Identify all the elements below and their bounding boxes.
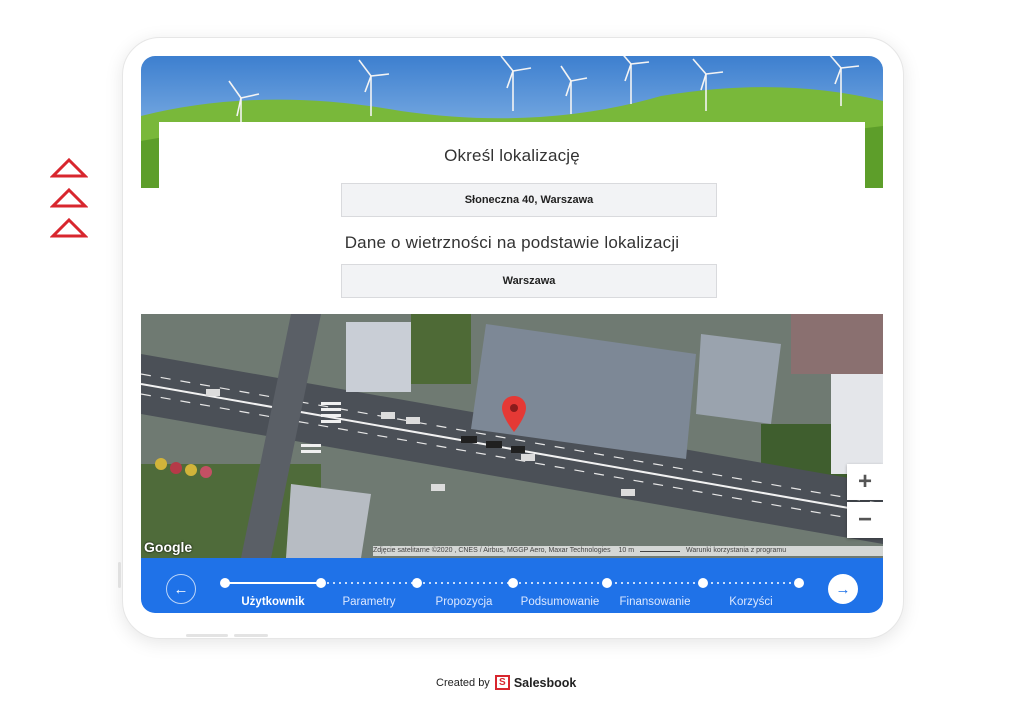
scale-bar — [640, 547, 681, 552]
step-dot-parametry[interactable] — [316, 578, 326, 588]
salesbook-logo-icon: S — [494, 675, 510, 690]
step-uzytkownik[interactable]: Użytkownik — [241, 596, 304, 608]
step-korzysci[interactable]: Korzyści — [729, 596, 772, 608]
step-parametry[interactable]: Parametry — [342, 596, 395, 608]
attribution-text: Zdjęcie satelitarne ©2020 , CNES / Airbu… — [373, 547, 611, 554]
step-dot-korzysci[interactable] — [698, 578, 708, 588]
step-finansowanie[interactable]: Finansowanie — [620, 596, 691, 608]
map-attribution: Zdjęcie satelitarne ©2020 , CNES / Airbu… — [373, 546, 883, 556]
terms-link[interactable]: Warunki korzystania z programu — [686, 547, 786, 554]
step-propozycja[interactable]: Propozycja — [436, 596, 493, 608]
wind-data-title: Dane o wietrzności na podstawie lokaliza… — [344, 233, 680, 252]
tablet-side-button — [118, 562, 121, 588]
tablet-screen: Określ lokalizację Słoneczna 40, Warszaw… — [141, 56, 883, 613]
chevron-up-icon — [50, 157, 88, 178]
google-logo: Google — [144, 539, 193, 555]
decorative-chevrons — [50, 157, 88, 247]
created-by-text: Created by — [436, 676, 490, 689]
zoom-in-button[interactable]: + — [847, 464, 883, 500]
location-card: Określ lokalizację Słoneczna 40, Warszaw… — [159, 122, 865, 314]
location-title: Określ lokalizację — [444, 146, 580, 165]
step-navigation: ← → Użytkownik Parametry Propozycja Pods… — [141, 558, 883, 613]
step-start-dot — [220, 578, 230, 588]
map-imagery — [141, 314, 883, 558]
step-dot-finansowanie[interactable] — [602, 578, 612, 588]
tablet-power-button — [234, 634, 268, 637]
step-dot-propozycja[interactable] — [412, 578, 422, 588]
address-field[interactable]: Słoneczna 40, Warszawa — [341, 183, 717, 217]
brand-name[interactable]: Salesbook — [514, 676, 577, 690]
wind-location-field[interactable]: Warszawa — [341, 264, 717, 298]
step-end-dot[interactable] — [794, 578, 804, 588]
step-dot-podsumowanie[interactable] — [508, 578, 518, 588]
zoom-out-button[interactable]: − — [847, 502, 883, 538]
satellite-map[interactable]: + − Google Zdjęcie satelitarne ©2020 , C… — [141, 314, 883, 558]
chevron-up-icon — [50, 217, 88, 238]
chevron-up-icon — [50, 187, 88, 208]
step-podsumowanie[interactable]: Podsumowanie — [521, 596, 600, 608]
map-scale: 10 m — [618, 547, 635, 554]
footer-credit: Created by S Salesbook — [436, 675, 576, 690]
tablet-volume-button — [186, 634, 228, 637]
map-pin-icon[interactable] — [502, 396, 526, 432]
